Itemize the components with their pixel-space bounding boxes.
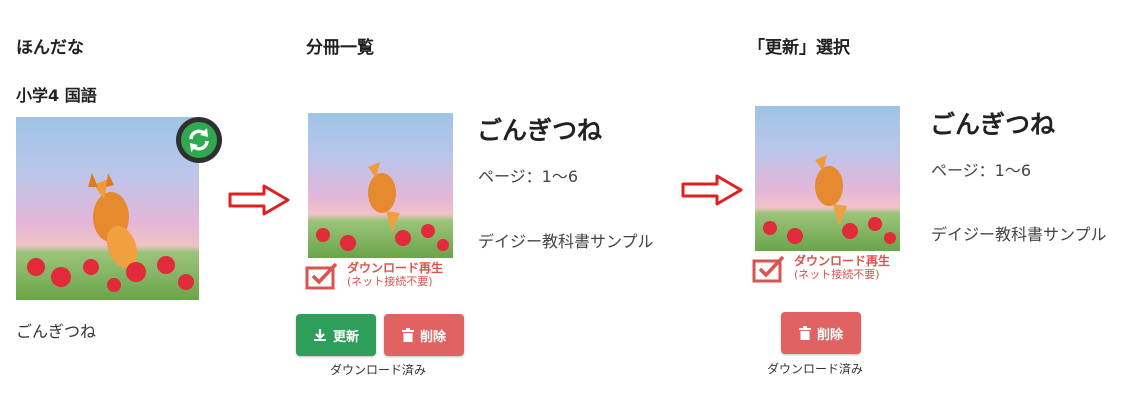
delete-button-label: 削除: [816, 327, 843, 343]
publisher: デイジー教科書サンプル: [478, 232, 654, 251]
trash-icon: [798, 326, 811, 340]
download-icon: [313, 329, 326, 341]
trash-icon: [401, 328, 414, 342]
cover-illustration: [316, 162, 449, 251]
cover-illustration: [763, 155, 896, 244]
update-button-label: 更新: [332, 329, 359, 345]
checkbox-checked-icon: [752, 255, 785, 283]
delete-button[interactable]: 削除: [384, 314, 464, 356]
download-play-checkbox[interactable]: ダウンロード再生 (ネット接続不要): [305, 261, 443, 291]
delete-button-label: 削除: [419, 329, 446, 345]
downloaded-status: ダウンロード済み: [330, 363, 427, 377]
volume-list-heading: 分冊一覧: [306, 38, 374, 58]
book-title: ごんぎつね: [930, 110, 1056, 139]
arrow-right-icon: [681, 174, 743, 210]
update-available-badge[interactable]: [176, 117, 222, 163]
delete-button[interactable]: 削除: [781, 312, 861, 354]
download-play-label: ダウンロード再生: [347, 261, 444, 275]
page-range: ページ：1～6: [931, 161, 1032, 180]
offline-note: (ネット接続不要): [794, 268, 880, 281]
offline-note: (ネット接続不要): [347, 275, 433, 288]
cover-illustration: [27, 173, 194, 292]
book-caption: ごんぎつね: [16, 322, 97, 341]
downloaded-status: ダウンロード済み: [767, 362, 864, 376]
sync-icon: [181, 122, 217, 158]
checkbox-checked-icon: [305, 262, 338, 290]
book-title: ごんぎつね: [477, 116, 603, 145]
download-play-label: ダウンロード再生: [794, 254, 891, 268]
page-range: ページ：1～6: [478, 167, 579, 186]
publisher: デイジー教科書サンプル: [931, 225, 1107, 244]
update-button[interactable]: 更新: [296, 314, 376, 356]
volume-cover[interactable]: [308, 113, 453, 258]
download-play-checkbox[interactable]: ダウンロード再生 (ネット接続不要): [752, 254, 890, 284]
bookshelf-heading: ほんだな: [16, 38, 84, 58]
subject-label: 小学4 国語: [16, 86, 97, 105]
update-selection-heading: 「更新」選択: [748, 38, 850, 58]
arrow-right-icon: [228, 184, 290, 220]
book-cover[interactable]: [16, 117, 199, 300]
volume-cover[interactable]: [755, 106, 900, 251]
